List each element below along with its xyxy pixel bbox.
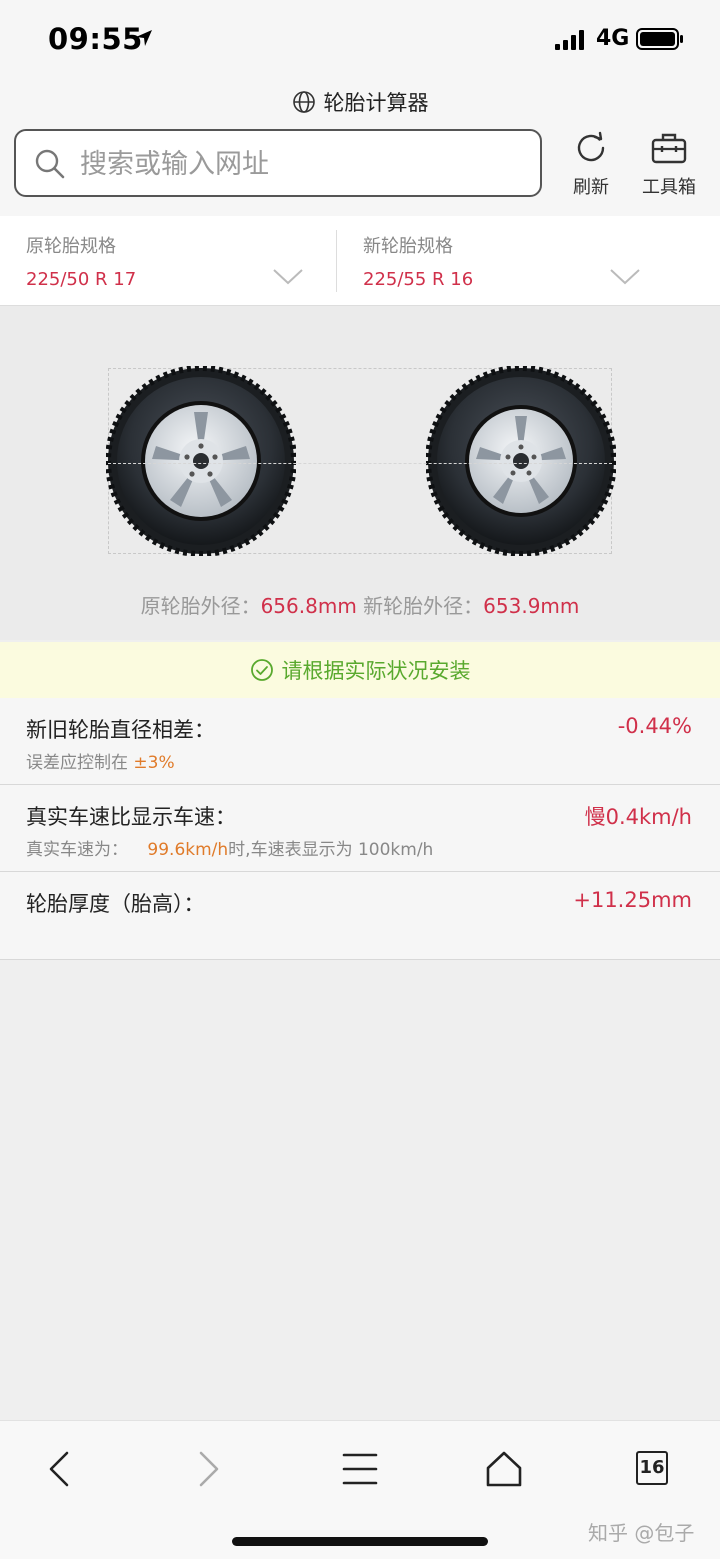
cellular-signal-icon bbox=[555, 30, 584, 50]
chevron-down-icon bbox=[273, 269, 303, 285]
home-indicator[interactable] bbox=[232, 1537, 488, 1546]
refresh-label: 刷新 bbox=[573, 177, 609, 198]
toolbox-icon bbox=[651, 133, 687, 164]
result-row-diameter-diff: 新旧轮胎直径相差： -0.44% 误差应控制在 ±3% bbox=[0, 698, 720, 785]
note-suffix: 时,车速表显示为 100km/h bbox=[228, 840, 434, 860]
toolbox-label: 工具箱 bbox=[642, 177, 696, 198]
install-notice: 请根据实际状况安装 bbox=[0, 642, 720, 698]
result-list: 新旧轮胎直径相差： -0.44% 误差应控制在 ±3% 真实车速比显示车速： 慢… bbox=[0, 698, 720, 960]
original-spec-value: 225/50 R 17 bbox=[26, 269, 137, 290]
new-spec-label: 新轮胎规格 bbox=[363, 236, 453, 257]
original-spec-label: 原轮胎规格 bbox=[26, 236, 116, 257]
toolbox-button[interactable]: 工具箱 bbox=[634, 129, 704, 199]
check-circle-icon bbox=[250, 659, 273, 681]
center-axis-line bbox=[108, 463, 612, 464]
result-title: 轮胎厚度（胎高）： bbox=[26, 892, 205, 916]
new-tire-illustration bbox=[426, 366, 616, 556]
result-value: -0.44% bbox=[617, 714, 692, 738]
original-tire-illustration bbox=[106, 366, 296, 556]
network-type: 4G bbox=[596, 26, 630, 51]
page-title: 轮胎计算器 bbox=[323, 91, 429, 115]
refresh-icon bbox=[577, 131, 605, 162]
menu-icon bbox=[342, 1453, 378, 1485]
result-value: +11.25mm bbox=[573, 888, 692, 912]
note-prefix: 真实车速为： bbox=[26, 840, 128, 860]
search-icon bbox=[35, 149, 65, 179]
notice-text: 请根据实际状况安装 bbox=[281, 659, 471, 683]
result-note: 真实车速为： 99.6km/h时,车速表显示为 100km/h bbox=[26, 835, 433, 860]
result-row-thickness: 轮胎厚度（胎高）： +11.25mm bbox=[0, 872, 720, 959]
chevron-down-icon bbox=[610, 269, 640, 285]
location-arrow-icon bbox=[136, 30, 152, 46]
wheel-comparison: 原轮胎外径：656.8mm 新轮胎外径：653.9mm bbox=[0, 306, 720, 640]
browser-toolbar: 16 知乎 @包子 bbox=[0, 1420, 720, 1559]
original-spec-selector[interactable]: 原轮胎规格 225/50 R 17 bbox=[0, 216, 336, 306]
diameter-summary: 原轮胎外径：656.8mm 新轮胎外径：653.9mm bbox=[0, 590, 720, 619]
status-time: 09:55 bbox=[48, 22, 143, 56]
tire-spec-bar: 原轮胎规格 225/50 R 17 新轮胎规格 225/55 R 16 bbox=[0, 216, 720, 306]
orig-diameter-label: 原轮胎外径： bbox=[140, 594, 261, 618]
tabs-button[interactable]: 16 bbox=[636, 1451, 668, 1485]
result-title: 真实车速比显示车速： bbox=[26, 805, 236, 829]
back-button[interactable] bbox=[30, 1447, 90, 1491]
menu-button[interactable] bbox=[330, 1447, 390, 1491]
result-value: 慢0.4km/h bbox=[584, 805, 692, 829]
new-spec-value: 225/55 R 16 bbox=[363, 269, 474, 290]
status-bar: 09:55 4G bbox=[0, 0, 720, 78]
search-box[interactable] bbox=[14, 129, 542, 197]
refresh-button[interactable]: 刷新 bbox=[556, 129, 626, 199]
chevron-right-icon bbox=[199, 1451, 219, 1487]
page-title-bar: 轮胎计算器 bbox=[0, 84, 720, 120]
chevron-left-icon bbox=[49, 1451, 69, 1487]
note-highlight: ±3% bbox=[133, 753, 175, 773]
result-note: 误差应控制在 ±3% bbox=[26, 748, 175, 773]
search-input[interactable] bbox=[80, 147, 520, 181]
result-title: 新旧轮胎直径相差： bbox=[26, 718, 215, 742]
new-diameter-label: 新轮胎外径： bbox=[363, 594, 484, 618]
home-button[interactable] bbox=[474, 1447, 534, 1491]
globe-icon bbox=[292, 91, 315, 113]
orig-diameter-value: 656.8mm bbox=[260, 594, 357, 618]
forward-button[interactable] bbox=[178, 1447, 238, 1491]
new-diameter-value: 653.9mm bbox=[483, 594, 580, 618]
battery-icon bbox=[636, 28, 683, 50]
watermark: 知乎 @包子 bbox=[588, 1521, 695, 1545]
new-spec-selector[interactable]: 新轮胎规格 225/55 R 16 bbox=[336, 230, 720, 292]
note-highlight: 99.6km/h bbox=[147, 840, 229, 860]
result-row-speed: 真实车速比显示车速： 慢0.4km/h 真实车速为： 99.6km/h时,车速表… bbox=[0, 785, 720, 872]
note-prefix: 误差应控制在 bbox=[26, 753, 128, 773]
browser-header: 轮胎计算器 刷新 工具箱 bbox=[0, 78, 720, 216]
home-icon bbox=[486, 1451, 522, 1487]
